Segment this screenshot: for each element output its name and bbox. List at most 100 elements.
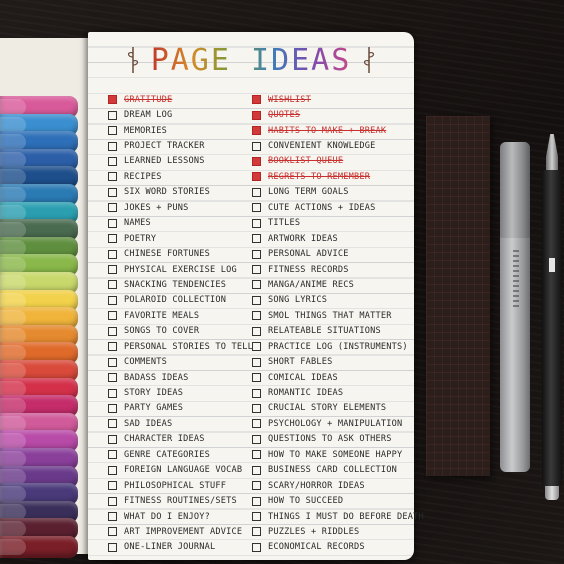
checkbox [252, 496, 261, 506]
checkbox [108, 187, 117, 197]
checklist-item: CONVENIENT KNOWLEDGE [252, 138, 410, 153]
checklist-item-label: FAVORITE MEALS [124, 310, 200, 321]
checkbox [252, 465, 261, 475]
left-notebook-page [0, 38, 96, 558]
checkbox [252, 95, 261, 105]
checklist-item-label: SMOL THINGS THAT MATTER [268, 310, 392, 321]
checklist-item-label: TITLES [268, 218, 301, 229]
checklist-item: ARTWORK IDEAS [252, 231, 410, 246]
left-idea-list: GRATITUDE DREAM LOG MEMORIES PROJECT TRACKE… [108, 92, 266, 555]
checklist-item: PHILOSOPHICAL STUFF [108, 478, 266, 493]
checkbox [252, 187, 261, 197]
checkbox [108, 388, 117, 398]
checklist-item: BADASS IDEAS [108, 370, 266, 385]
checklist-item: SCARY/HORROR IDEAS [252, 478, 410, 493]
checklist-item-label: ROMANTIC IDEAS [268, 388, 344, 399]
checklist-item-label: BADASS IDEAS [124, 372, 189, 383]
dark-grid-card [426, 116, 490, 476]
checklist-item-label: WHAT DO I ENJOY? [124, 511, 210, 522]
checkbox [108, 434, 117, 444]
checklist-item-label: LEARNED LESSONS [124, 156, 205, 167]
checkbox [108, 481, 117, 491]
pen-label [513, 250, 519, 310]
checklist-item: ECONOMICAL RECORDS [252, 540, 410, 555]
checklist-item-label: LONG TERM GOALS [268, 187, 349, 198]
checklist-item-label: CONVENIENT KNOWLEDGE [268, 141, 376, 152]
checklist-item: POETRY [108, 231, 266, 246]
checkbox [252, 295, 261, 305]
checkbox [108, 527, 117, 537]
checklist-item-label: FOREIGN LANGUAGE VOCAB [124, 465, 243, 476]
checklist-item-label: SONGS TO COVER [124, 326, 200, 337]
pencil-end [545, 486, 559, 500]
checkbox [108, 218, 117, 228]
checklist-item: PRACTICE LOG (INSTRUMENTS) [252, 339, 410, 354]
checklist-item: WISHLIST [252, 92, 410, 107]
checkbox [252, 126, 261, 136]
checkbox [252, 388, 261, 398]
checklist-item: GENRE CATEGORIES [108, 447, 266, 462]
checklist-item-label: REGRETS TO REMEMBER [268, 171, 371, 182]
checklist-item-label: STORY IDEAS [124, 388, 184, 399]
checklist-item: WHAT DO I ENJOY? [108, 509, 266, 524]
checkbox [108, 156, 117, 166]
checkbox [108, 326, 117, 336]
checklist-item: FITNESS ROUTINES/SETS [108, 493, 266, 508]
checklist-item-label: QUOTES [268, 110, 301, 121]
checklist-item-label: RELATEABLE SITUATIONS [268, 326, 381, 337]
checkbox [108, 265, 117, 275]
checkbox [108, 342, 117, 352]
checklist-item: CRUCIAL STORY ELEMENTS [252, 401, 410, 416]
checklist-item: DREAM LOG [108, 107, 266, 122]
checklist-item-label: ARTWORK IDEAS [268, 233, 338, 244]
checkbox [108, 95, 117, 105]
mechanical-pencil [542, 170, 562, 488]
checklist-item: REGRETS TO REMEMBER [252, 169, 410, 184]
checklist-item-label: CUTE ACTIONS + IDEAS [268, 202, 376, 213]
checkbox [108, 249, 117, 259]
checklist-item: SNACKING TENDENCIES [108, 277, 266, 292]
checklist-item-label: WISHLIST [268, 94, 311, 105]
marker-set [0, 96, 80, 558]
checklist-item-label: PERSONAL STORIES TO TELL [124, 341, 253, 352]
checklist-item: QUOTES [252, 107, 410, 122]
leaf-divider-icon [127, 47, 138, 73]
checklist-item-label: POLAROID COLLECTION [124, 295, 227, 306]
checklist-item: FOREIGN LANGUAGE VOCAB [108, 463, 266, 478]
checkbox [108, 311, 117, 321]
checklist-item-label: MANGA/ANIME RECS [268, 279, 354, 290]
right-idea-list: WISHLIST QUOTES HABITS TO MAKE + BREAK CONV… [252, 92, 424, 555]
checkbox [252, 249, 261, 259]
checklist-item-label: HOW TO SUCCEED [268, 496, 344, 507]
checklist-item: BOOKLIST QUEUE [252, 154, 410, 169]
checkbox [108, 419, 117, 429]
checklist-item: ROMANTIC IDEAS [252, 385, 410, 400]
checklist-item-label: PHILOSOPHICAL STUFF [124, 480, 227, 491]
checkbox [252, 172, 261, 182]
checklist-item: MEMORIES [108, 123, 266, 138]
checklist-item-label: SNACKING TENDENCIES [124, 279, 227, 290]
checkbox [108, 203, 117, 213]
checklist-item-label: GRATITUDE [124, 94, 173, 105]
checkbox [252, 156, 261, 166]
checklist-item: RELATEABLE SITUATIONS [252, 324, 410, 339]
checkbox [252, 542, 261, 552]
checkbox [252, 342, 261, 352]
checkbox [252, 450, 261, 460]
checklist-item: HOW TO SUCCEED [252, 493, 410, 508]
checklist-item-label: PRACTICE LOG (INSTRUMENTS) [268, 341, 408, 352]
checkbox [252, 434, 261, 444]
checklist-item-label: MEMORIES [124, 125, 167, 136]
checklist-item: POLAROID COLLECTION [108, 293, 266, 308]
checklist-item-label: JOKES + PUNS [124, 202, 189, 213]
checklist-item: TITLES [252, 216, 410, 231]
checkbox [108, 512, 117, 522]
checklist-item: COMMENTS [108, 354, 266, 369]
journal-page: PAGE IDEAS GRATITUDE DREAM LOG MEMORIES PRO… [88, 32, 424, 560]
checklist-item: CHARACTER IDEAS [108, 432, 266, 447]
checklist-item-label: HOW TO MAKE SOMEONE HAPPY [268, 449, 403, 460]
checklist-item-label: CHARACTER IDEAS [124, 434, 205, 445]
checklist-item-label: ONE-LINER JOURNAL [124, 542, 216, 553]
checklist-item-label: SIX WORD STORIES [124, 187, 210, 198]
checklist-item: STORY IDEAS [108, 385, 266, 400]
